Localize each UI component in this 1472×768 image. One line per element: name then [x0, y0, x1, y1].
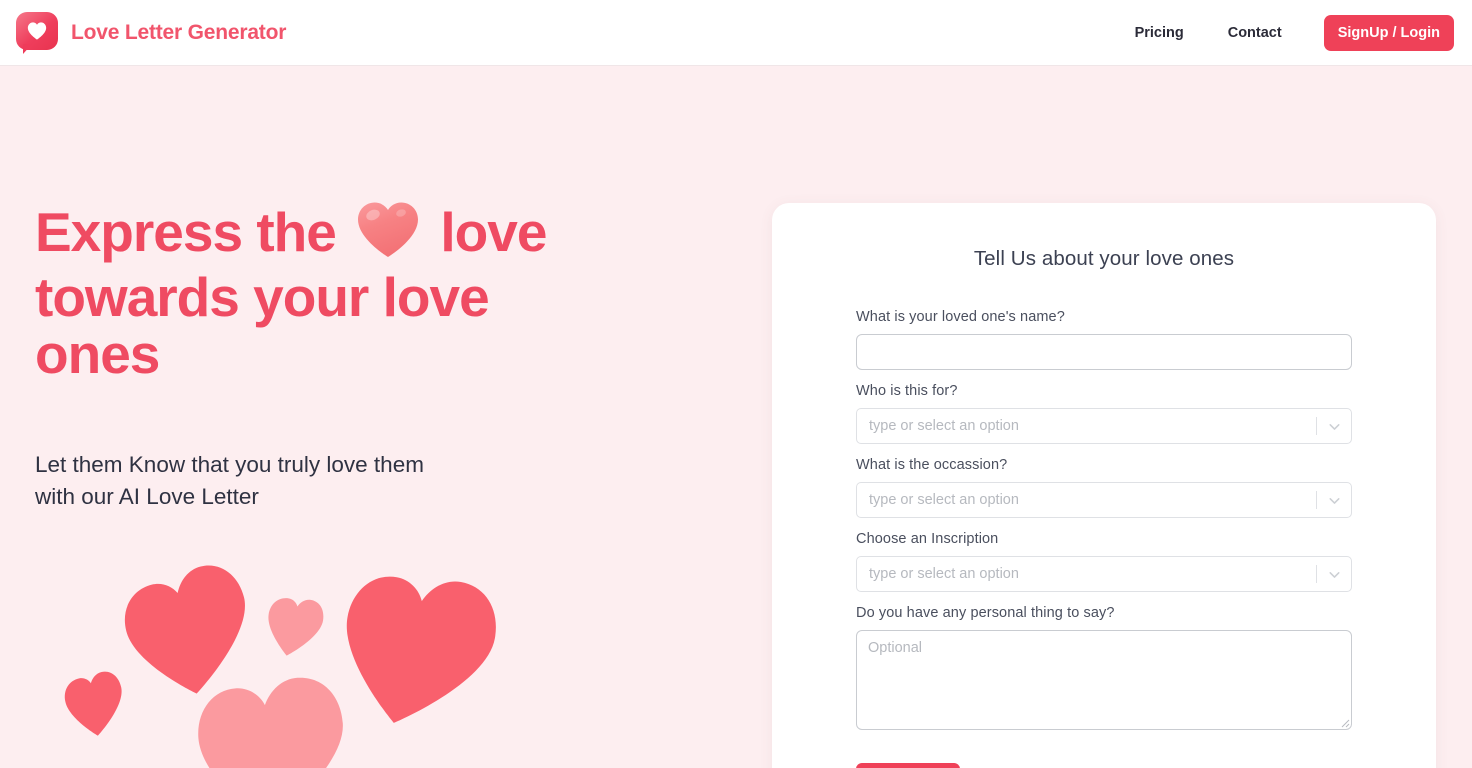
nav-link-pricing[interactable]: Pricing	[1113, 17, 1206, 49]
heart-shape-large-right	[346, 576, 496, 723]
label-personal-message: Do you have any personal thing to say?	[856, 605, 1115, 621]
chevron-down-icon[interactable]	[1317, 492, 1351, 509]
label-loved-one-name: What is your loved one's name?	[856, 309, 1065, 325]
label-who-is-this-for: Who is this for?	[856, 383, 958, 399]
hero-subtitle-line1: Let them Know that you truly love them	[35, 451, 424, 477]
form-title: Tell Us about your love ones	[973, 247, 1235, 270]
site-header: Love Letter Generator Pricing Contact Si…	[0, 0, 1472, 66]
page-title: Express the love towards your love ones	[35, 201, 595, 384]
inscription-placeholder: type or select an option	[869, 566, 1019, 582]
headline-text-part1: Express the	[35, 201, 337, 263]
field-personal-message: Do you have any personal thing to say?	[856, 605, 1352, 730]
chevron-down-icon[interactable]	[1317, 566, 1351, 583]
love-letter-form-card: Tell Us about your love ones What is you…	[772, 203, 1436, 768]
hero-section: Express the love towards your love ones …	[0, 66, 1472, 768]
headline-text-part2: love	[440, 201, 547, 263]
floating-hearts-illustration	[40, 554, 510, 768]
heart-shape-medium-left	[124, 565, 245, 694]
personal-message-wrapper	[856, 630, 1352, 730]
field-inscription: Choose an Inscription type or select an …	[856, 531, 1352, 592]
generate-button[interactable]: Generate	[856, 763, 961, 768]
signup-login-button[interactable]: SignUp / Login	[1323, 14, 1454, 51]
label-inscription: Choose an Inscription	[856, 531, 999, 547]
logo-bubble-tail	[23, 43, 32, 54]
brand-name: Love Letter Generator	[71, 20, 287, 44]
hero-subtitle: Let them Know that you truly love them w…	[35, 449, 505, 513]
heart-shape-small-left	[64, 671, 122, 736]
who-is-this-for-placeholder: type or select an option	[869, 418, 1019, 434]
inscription-select[interactable]: type or select an option	[856, 556, 1352, 592]
chevron-down-icon[interactable]	[1317, 418, 1351, 435]
label-occasion: What is the occassion?	[856, 457, 1008, 473]
hero-copy: Express the love towards your love ones …	[35, 201, 735, 512]
personal-message-textarea[interactable]	[856, 630, 1352, 730]
field-occasion: What is the occassion? type or select an…	[856, 457, 1352, 518]
nav-link-contact[interactable]: Contact	[1206, 17, 1304, 49]
occasion-placeholder: type or select an option	[869, 492, 1019, 508]
main-nav: Pricing Contact SignUp / Login	[1113, 14, 1454, 51]
brand-logo[interactable]: Love Letter Generator	[16, 11, 287, 54]
who-is-this-for-select[interactable]: type or select an option	[856, 408, 1352, 444]
hero-subtitle-line2: with our AI Love Letter	[35, 483, 259, 509]
heart-speech-bubble-icon	[16, 11, 58, 54]
field-who-is-this-for: Who is this for? type or select an optio…	[856, 383, 1352, 444]
heart-shape-small-center	[268, 598, 324, 656]
heart-shape-large-bottom	[198, 677, 343, 768]
headline-text-line2: towards your love ones	[35, 266, 490, 386]
logo-heart-glyph	[27, 21, 47, 40]
field-loved-one-name: What is your loved one's name?	[856, 309, 1352, 370]
occasion-select[interactable]: type or select an option	[856, 482, 1352, 518]
loved-one-name-input[interactable]	[856, 334, 1352, 370]
pink-heart-emoji-icon	[356, 201, 420, 269]
